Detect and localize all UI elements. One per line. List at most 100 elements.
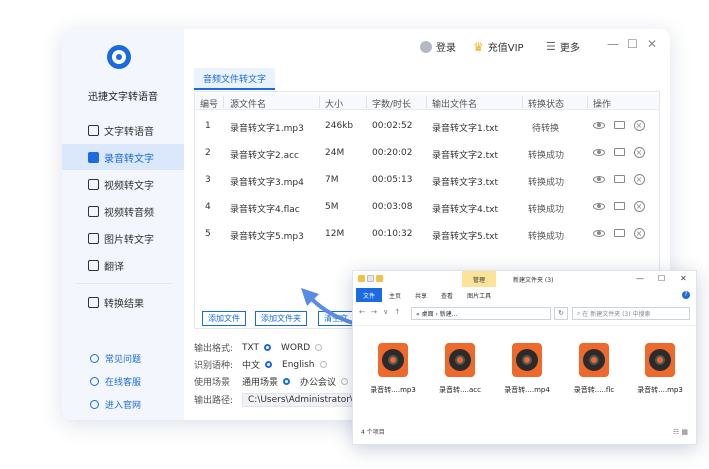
minimize-icon[interactable]: — xyxy=(607,37,619,51)
folder-icon[interactable] xyxy=(613,227,625,239)
view-mode-icon[interactable]: ☷ ▦ xyxy=(673,428,688,436)
explorer-maximize-icon[interactable]: ☐ xyxy=(658,274,665,283)
preview-icon[interactable] xyxy=(593,200,605,212)
preview-icon[interactable] xyxy=(593,227,605,239)
add-file-button[interactable]: 添加文件 xyxy=(202,311,246,326)
address-bar[interactable]: « 桌面 › 新建... xyxy=(411,307,551,320)
table-row[interactable]: 4 录音转文字4.flac 5M 00:03:08 录音转文字4.txt 转换成… xyxy=(195,195,659,221)
output-format-label: 输出格式: xyxy=(194,344,234,354)
sidebar-item-translate[interactable]: 翻译 xyxy=(62,252,184,278)
sidebar-item-label: 文字转语音 xyxy=(104,126,154,138)
row-number: 4 xyxy=(205,202,211,212)
row-size: 7M xyxy=(325,175,339,185)
file-item[interactable]: 录音转....mp4 xyxy=(497,343,557,395)
table-row[interactable]: 5 录音转文字5.mp3 12M 00:10:32 录音转文字5.txt 转换成… xyxy=(195,222,659,248)
folder-icon[interactable] xyxy=(613,119,625,131)
login-button[interactable]: 登录 xyxy=(420,39,456,54)
row-duration: 00:03:08 xyxy=(372,202,413,212)
file-explorer-window: 管理 新建文件夹 (3) — ☐ ✕ 文件 主页 共享 查看 图片工具 ? ← … xyxy=(352,270,697,445)
output-path-input[interactable]: C:\Users\Administrator\D xyxy=(242,392,362,407)
headset-icon xyxy=(90,376,99,386)
row-source-name: 录音转文字4.flac xyxy=(230,205,300,215)
scene-general-radio[interactable] xyxy=(283,378,291,385)
sidebar-item-video-to-text[interactable]: 视频转文字 xyxy=(62,171,184,197)
explorer-divider xyxy=(353,325,696,326)
sidebar-item-image-to-text[interactable]: 图片转文字 xyxy=(62,225,184,251)
lang-english-radio[interactable] xyxy=(319,361,327,368)
sidebar-item-label: 图片转文字 xyxy=(104,234,154,246)
format-word-radio[interactable] xyxy=(315,344,323,351)
delete-icon[interactable]: × xyxy=(633,146,645,158)
video-to-audio-icon xyxy=(88,205,99,217)
delete-icon[interactable]: × xyxy=(633,227,645,239)
crown-icon: ♛ xyxy=(473,39,484,54)
question-icon xyxy=(90,353,99,363)
file-item[interactable]: 录音转.....flc xyxy=(564,343,624,395)
col-separator xyxy=(522,96,523,108)
file-name: 录音转....acc xyxy=(439,386,481,394)
row-size: 12M xyxy=(325,229,345,239)
row-size: 246kb xyxy=(325,121,354,131)
delete-icon[interactable]: × xyxy=(633,173,645,185)
explorer-close-icon[interactable]: ✕ xyxy=(680,274,687,283)
faq-link[interactable]: 常见问题 xyxy=(62,349,184,367)
help-icon[interactable]: ? xyxy=(682,291,690,299)
sidebar-item-label: 视频转音频 xyxy=(104,207,154,219)
explorer-status: 4 个项目 xyxy=(361,429,385,436)
folder-icon[interactable] xyxy=(613,200,625,212)
ribbon-tab-view[interactable]: 查看 xyxy=(434,288,460,302)
folder-icon[interactable] xyxy=(613,146,625,158)
folder-small-icon xyxy=(376,275,383,282)
delete-icon[interactable]: × xyxy=(633,200,645,212)
lang-chinese-radio[interactable] xyxy=(265,361,273,368)
official-site-link[interactable]: 进入官网 xyxy=(62,395,184,413)
row-size: 24M xyxy=(325,148,345,158)
ribbon-tab-share[interactable]: 共享 xyxy=(408,288,434,302)
preview-icon[interactable] xyxy=(593,146,605,158)
row-source-name: 录音转文字3.mp4 xyxy=(230,178,304,188)
maximize-icon[interactable]: ☐ xyxy=(627,37,638,51)
manage-tab[interactable]: 管理 xyxy=(462,271,496,287)
sidebar-item-audio-to-text[interactable]: 录音转文字 xyxy=(62,144,184,170)
scene-meeting-radio[interactable] xyxy=(341,378,349,385)
format-txt-radio[interactable] xyxy=(264,344,272,351)
vip-button[interactable]: ♛ 充值VIP xyxy=(473,39,524,55)
ribbon-tab-picture-tools[interactable]: 图片工具 xyxy=(460,288,498,302)
folder-icon[interactable] xyxy=(613,173,625,185)
app-title: 迅捷文字转语音 xyxy=(88,92,158,103)
menu-icon: ☰ xyxy=(546,40,556,53)
refresh-icon[interactable]: ↻ xyxy=(554,307,568,320)
file-item[interactable]: 录音转....mp3 xyxy=(630,343,690,395)
ribbon-tab-home[interactable]: 主页 xyxy=(382,288,408,302)
quick-access-toolbar xyxy=(358,275,383,282)
file-name: 录音转.....flc xyxy=(573,386,615,394)
language-label: 识别语种: xyxy=(194,361,234,371)
nav-arrows-icon[interactable]: ← → ∨ ↑ xyxy=(359,308,402,316)
col-duration: 字数/时长 xyxy=(372,100,412,110)
explorer-search-input[interactable]: ⌕ 在 新建文件夹 (3) 中搜索 xyxy=(572,307,690,320)
tab-audio-to-text[interactable]: 音频文件转文字 xyxy=(194,68,276,90)
explorer-minimize-icon[interactable]: — xyxy=(636,274,644,283)
sidebar-item-video-to-audio[interactable]: 视频转音频 xyxy=(62,198,184,224)
sidebar-item-text-to-speech[interactable]: 文字转语音 xyxy=(62,117,184,143)
folder-small-icon xyxy=(358,275,365,282)
row-actions: × xyxy=(593,119,645,131)
image-to-text-icon xyxy=(88,232,99,244)
row-status: 转换成功 xyxy=(528,151,565,161)
ribbon-tab-file[interactable]: 文件 xyxy=(356,288,383,302)
col-separator xyxy=(366,96,367,108)
more-button[interactable]: ☰ 更多 xyxy=(546,39,580,54)
close-icon[interactable]: ✕ xyxy=(647,37,657,51)
preview-icon[interactable] xyxy=(593,173,605,185)
preview-icon[interactable] xyxy=(593,119,605,131)
table-row[interactable]: 3 录音转文字3.mp4 7M 00:05:13 录音转文字3.txt 转换成功… xyxy=(195,168,659,194)
file-item[interactable]: 录音转....acc xyxy=(430,343,490,395)
table-row[interactable]: 1 录音转文字1.mp3 246kb 00:02:52 录音转文字1.txt 待… xyxy=(195,114,659,140)
sidebar-item-results[interactable]: 转换结果 xyxy=(62,289,184,315)
monitor-icon xyxy=(90,399,99,409)
online-support-link[interactable]: 在线客服 xyxy=(62,372,184,390)
delete-icon[interactable]: × xyxy=(633,119,645,131)
file-item[interactable]: 录音转....mp3 xyxy=(363,343,423,395)
table-row[interactable]: 2 录音转文字2.acc 24M 00:20:02 录音转文字2.txt 转换成… xyxy=(195,141,659,167)
lang-english-label: English xyxy=(282,359,315,370)
